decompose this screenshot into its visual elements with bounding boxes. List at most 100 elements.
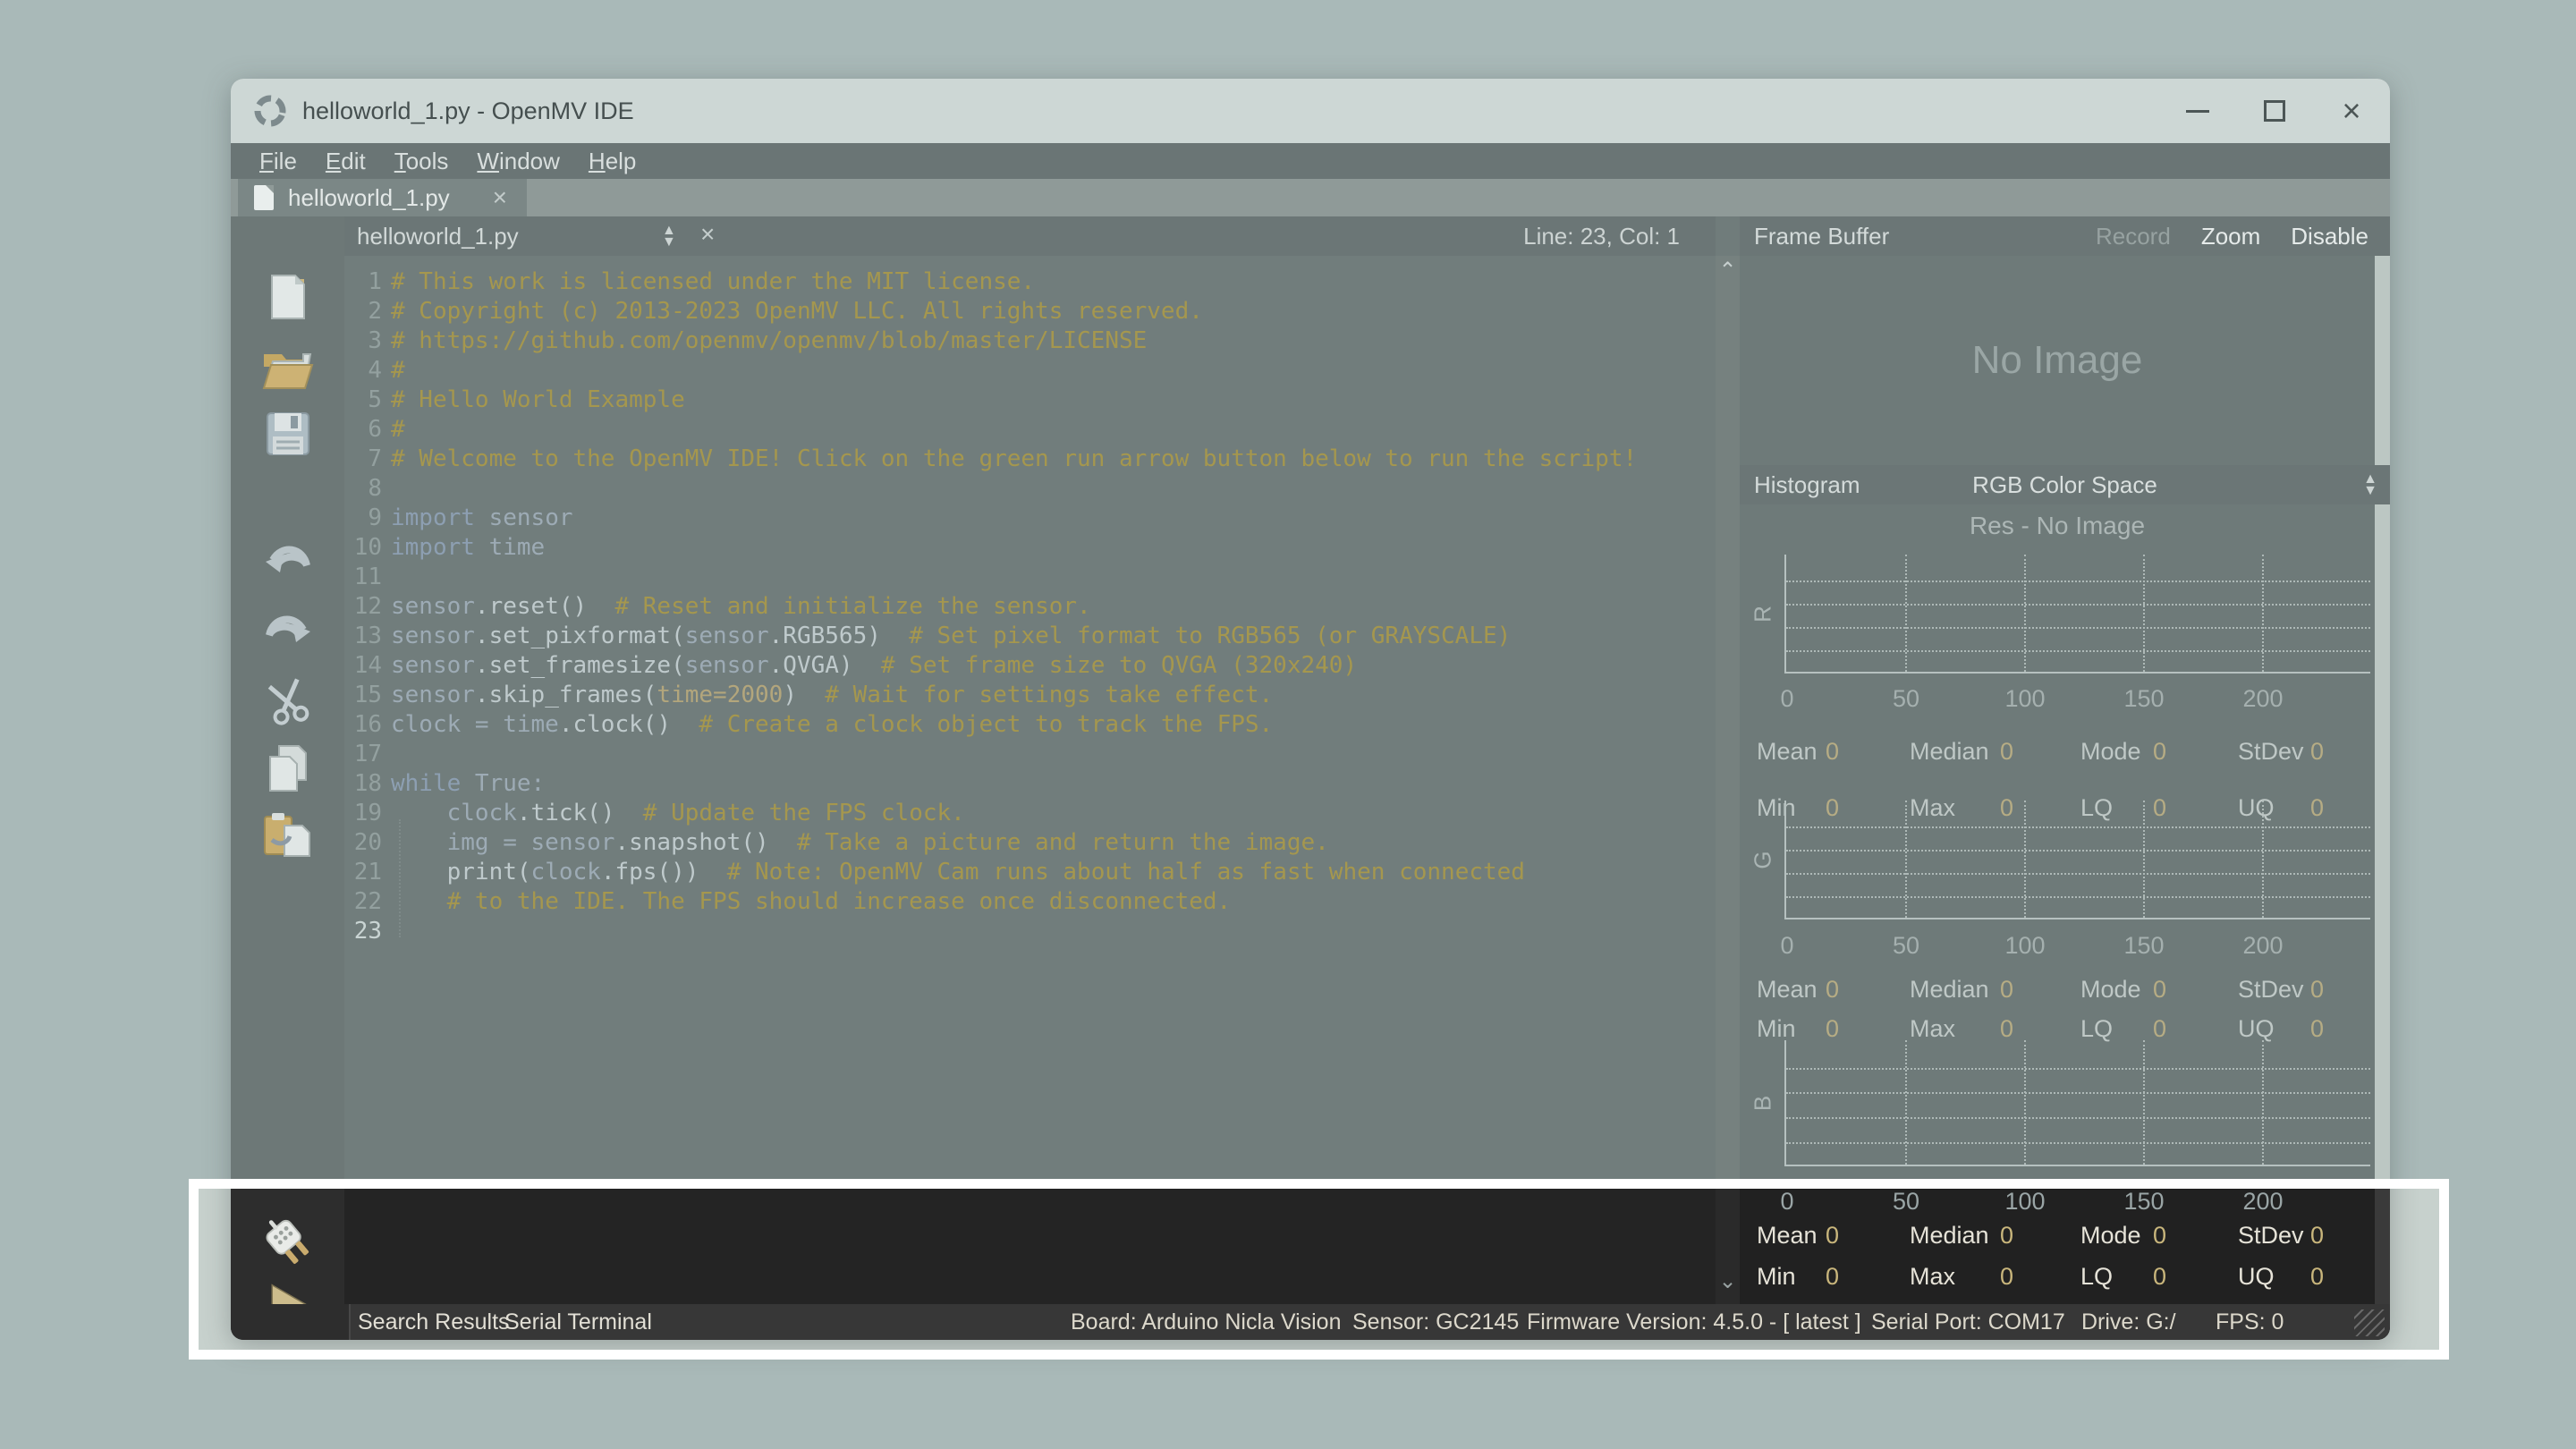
- statusbar-tab-search-results[interactable]: Search Results: [358, 1304, 510, 1340]
- channel-label-G: G: [1750, 842, 1777, 877]
- statusbar-field-fps: FPS: 0: [2216, 1304, 2284, 1340]
- openmv-ide-window: helloworld_1.py - OpenMV IDE × File Edit T…: [231, 79, 2390, 1340]
- stat-value: 0: [1826, 1222, 1839, 1250]
- code-line-23[interactable]: 23: [344, 917, 1716, 946]
- cut-icon: [263, 675, 313, 725]
- colorspace-dropdown-icon[interactable]: ▲▼: [2363, 473, 2377, 496]
- stat-value: 0: [2153, 738, 2166, 766]
- maximize-button[interactable]: [2236, 79, 2313, 143]
- histogram-res-text: Res - No Image: [1740, 512, 2375, 540]
- resize-grip[interactable]: [2354, 1309, 2385, 1336]
- tab-close-icon[interactable]: ×: [493, 183, 507, 212]
- code-line-16[interactable]: 16clock = time.clock() # Create a clock …: [344, 710, 1716, 740]
- desktop: helloworld_1.py - OpenMV IDE × File Edit T…: [0, 0, 2576, 1449]
- code-line-8[interactable]: 8: [344, 474, 1716, 504]
- code-line-15[interactable]: 15sensor.skip_frames(time=2000) # Wait f…: [344, 681, 1716, 710]
- code-line-10[interactable]: 10import time: [344, 533, 1716, 563]
- code-line-3[interactable]: 3# https://github.com/openmv/openmv/blob…: [344, 326, 1716, 356]
- paste-button[interactable]: [258, 805, 318, 864]
- minimize-button[interactable]: [2159, 79, 2236, 143]
- editor-header: helloworld_1.py ▲▼ × Line: 23, Col: 1: [344, 216, 1716, 256]
- frame-buffer-panel: Frame Buffer RecordZoomDisable No Image …: [1740, 216, 2390, 1340]
- stat-value: 0: [2000, 1263, 2013, 1291]
- save-file-button[interactable]: [258, 404, 318, 463]
- stat-value: 0: [2153, 1015, 2166, 1043]
- connect-button[interactable]: [258, 1213, 318, 1272]
- channel-label-B: B: [1750, 1085, 1777, 1121]
- stat-value: 0: [2153, 1222, 2166, 1250]
- stat-label: StDev: [2238, 1222, 2304, 1250]
- main-content: helloworld_1.py ▲▼ × Line: 23, Col: 1 1#…: [231, 216, 2390, 1340]
- close-button[interactable]: ×: [2313, 79, 2390, 143]
- stat-label: Median: [1910, 1222, 1989, 1250]
- code-line-22[interactable]: 22 # to the IDE. The FPS should increase…: [344, 887, 1716, 917]
- code-line-13[interactable]: 13sensor.set_pixformat(sensor.RGB565) # …: [344, 622, 1716, 651]
- axis-tick: 0: [1780, 685, 1793, 713]
- stats-row-B: Min0Max0LQ0UQ0: [1740, 1263, 2390, 1292]
- stat-value: 0: [1826, 1263, 1839, 1291]
- code-line-19[interactable]: 19 clock.tick() # Update the FPS clock.: [344, 799, 1716, 828]
- record-button: Record: [2096, 223, 2171, 250]
- code-line-6[interactable]: 6#: [344, 415, 1716, 445]
- axis-tick: 0: [1780, 932, 1793, 960]
- stat-label: Max: [1910, 1263, 1955, 1291]
- new-file-button[interactable]: [258, 268, 318, 327]
- disable-button[interactable]: Disable: [2291, 223, 2368, 250]
- stat-label: Min: [1757, 1263, 1796, 1291]
- code-line-4[interactable]: 4#: [344, 356, 1716, 386]
- stat-value: 0: [2000, 1015, 2013, 1043]
- code-line-11[interactable]: 11: [344, 563, 1716, 592]
- stat-value: 0: [2000, 1222, 2013, 1250]
- code-line-9[interactable]: 9import sensor: [344, 504, 1716, 533]
- zoom-button[interactable]: Zoom: [2201, 223, 2260, 250]
- editor-scrollbar[interactable]: ⌃ ⌄: [1716, 216, 1740, 1340]
- stat-value: 0: [2310, 976, 2324, 1004]
- undo-button[interactable]: [258, 533, 318, 592]
- stat-label: StDev: [2238, 976, 2304, 1004]
- cut-button[interactable]: [258, 671, 318, 730]
- code-line-17[interactable]: 17: [344, 740, 1716, 769]
- window-title: helloworld_1.py - OpenMV IDE: [302, 97, 634, 125]
- statusbar-tab-serial-terminal[interactable]: Serial Terminal: [504, 1304, 652, 1340]
- copy-button[interactable]: [258, 739, 318, 798]
- stats-row-G: Mean0Median0Mode0StDev0: [1740, 976, 2390, 1004]
- code-line-14[interactable]: 14sensor.set_framesize(sensor.QVGA) # Se…: [344, 651, 1716, 681]
- stat-label: Mean: [1757, 976, 1818, 1004]
- code-editor[interactable]: helloworld_1.py ▲▼ × Line: 23, Col: 1 1#…: [344, 216, 1716, 1340]
- maximize-icon: [2264, 100, 2285, 122]
- code-line-18[interactable]: 18while True:: [344, 769, 1716, 799]
- open-file-icon: [260, 345, 316, 394]
- stat-label: LQ: [2080, 1263, 2113, 1291]
- stat-value: 0: [1826, 738, 1839, 766]
- stat-label: UQ: [2238, 1015, 2275, 1043]
- code-line-7[interactable]: 7# Welcome to the OpenMV IDE! Click on t…: [344, 445, 1716, 474]
- editor-close-icon[interactable]: ×: [700, 220, 715, 249]
- menu-tools[interactable]: Tools: [394, 148, 449, 175]
- statusbar-field-sensor: Sensor: GC2145: [1352, 1304, 1519, 1340]
- stat-value: 0: [1826, 976, 1839, 1004]
- tab-helloworld[interactable]: helloworld_1.py ×: [238, 179, 527, 216]
- code-line-1[interactable]: 1# This work is licensed under the MIT l…: [344, 267, 1716, 297]
- code-line-20[interactable]: 20 img = sensor.snapshot() # Take a pict…: [344, 828, 1716, 858]
- axis-tick: 50: [1893, 1188, 1919, 1216]
- code-line-2[interactable]: 2# Copyright (c) 2013-2023 OpenMV LLC. A…: [344, 297, 1716, 326]
- redo-button[interactable]: [258, 603, 318, 662]
- statusbar-field-board: Board: Arduino Nicla Vision: [1071, 1304, 1342, 1340]
- stat-label: Mode: [2080, 1222, 2141, 1250]
- minimize-icon: [2186, 110, 2209, 113]
- code-line-21[interactable]: 21 print(clock.fps()) # Note: OpenMV Cam…: [344, 858, 1716, 887]
- menu-edit[interactable]: Edit: [326, 148, 366, 175]
- menu-window[interactable]: Window: [477, 148, 559, 175]
- split-toggle-icon[interactable]: ▲▼: [662, 225, 676, 248]
- scroll-down-icon[interactable]: ⌄: [1718, 1268, 1736, 1294]
- open-file-button[interactable]: [258, 340, 318, 399]
- stat-label: UQ: [2238, 1263, 2275, 1291]
- file-icon: [254, 185, 274, 210]
- statusbar-field-firmware-version: Firmware Version: 4.5.0 - [ latest ]: [1527, 1304, 1861, 1340]
- code-line-12[interactable]: 12sensor.reset() # Reset and initialize …: [344, 592, 1716, 622]
- colorspace-select[interactable]: RGB Color Space: [1740, 471, 2390, 499]
- code-line-5[interactable]: 5# Hello World Example: [344, 386, 1716, 415]
- scroll-up-icon[interactable]: ⌃: [1718, 258, 1736, 284]
- menu-file[interactable]: File: [259, 148, 297, 175]
- menu-help[interactable]: Help: [589, 148, 636, 175]
